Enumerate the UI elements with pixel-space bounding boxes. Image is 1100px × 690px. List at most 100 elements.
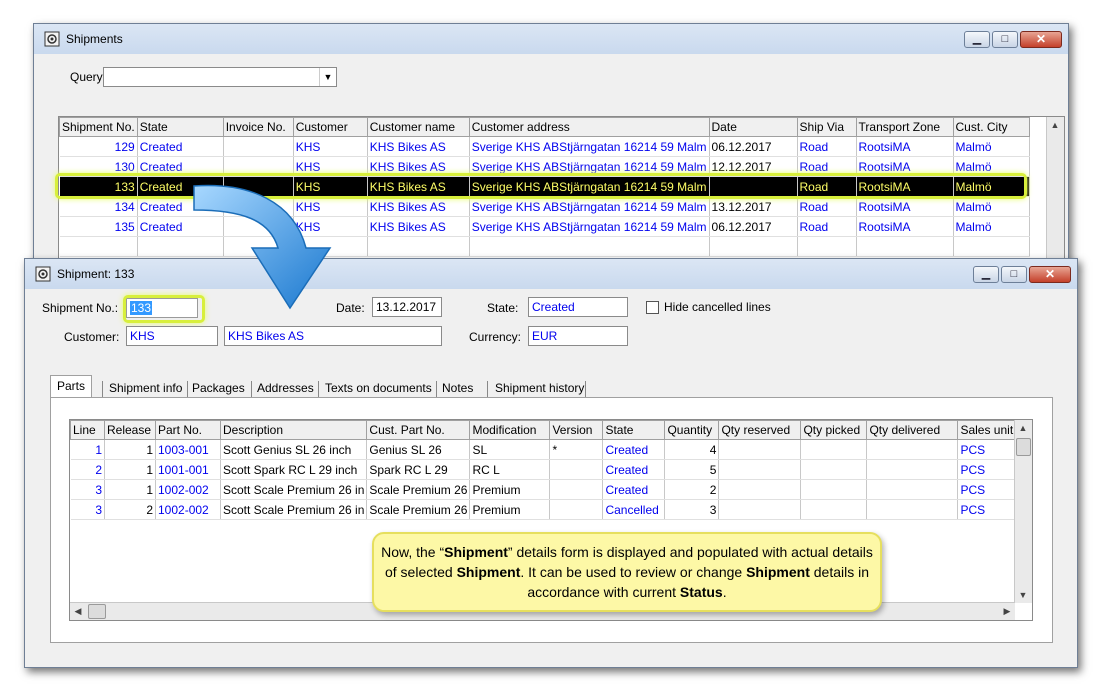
column-header[interactable]: Shipment No.: [59, 117, 138, 137]
table-cell: Scale Premium 26: [366, 499, 471, 520]
table-cell: [709, 236, 798, 257]
currency-field[interactable]: EUR: [528, 326, 628, 346]
callout-text: Shipment: [746, 564, 810, 580]
maximize-button[interactable]: □: [992, 31, 1018, 48]
column-header[interactable]: Quantity: [664, 420, 720, 440]
query-label: Query:: [70, 70, 107, 84]
date-field[interactable]: 13.12.2017: [372, 297, 442, 317]
table-row[interactable]: 2 1 1001-001 Scott Spark RC L 29 inch Spark …: [70, 459, 1019, 480]
column-header[interactable]: Description: [219, 420, 368, 440]
parts-vscroll[interactable]: ▲ ▼: [1014, 420, 1032, 603]
column-header[interactable]: Part No.: [155, 420, 221, 440]
minimize-button[interactable]: ▁: [964, 31, 990, 48]
table-cell: Sverige KHS ABStjärngatan 16214 59 Malm: [469, 136, 710, 157]
tab-packages[interactable]: Packages: [192, 378, 245, 399]
customer-name-field[interactable]: KHS Bikes AS: [224, 326, 442, 346]
table-cell: 3: [70, 479, 105, 500]
tab-addresses[interactable]: Addresses: [257, 378, 314, 399]
close-button[interactable]: ✕: [1029, 266, 1071, 283]
tab-shipment-info[interactable]: Shipment info: [109, 378, 182, 399]
chevron-down-icon[interactable]: ▼: [319, 68, 336, 86]
column-header[interactable]: Cust. Part No.: [366, 420, 471, 440]
close-icon: ✕: [1044, 267, 1056, 281]
callout-text: Now, the “: [381, 544, 445, 560]
table-cell: Malmö: [953, 196, 1030, 217]
app-icon: [35, 266, 51, 282]
column-header[interactable]: Sales unit: [957, 420, 1019, 440]
tab-separator: [187, 381, 188, 397]
table-cell: 3: [664, 499, 720, 520]
scroll-left-icon[interactable]: ◀: [70, 603, 86, 619]
scroll-thumb[interactable]: [88, 604, 106, 619]
table-cell: 1: [104, 479, 156, 500]
column-header[interactable]: Version: [549, 420, 604, 440]
table-row[interactable]: 3 2 1002-002 Scott Scale Premium 26 in Scale…: [70, 499, 1019, 520]
column-header[interactable]: Ship Via: [796, 117, 857, 137]
table-cell: Road: [797, 136, 857, 157]
table-row[interactable]: 3 1 1002-002 Scott Scale Premium 26 in Scale…: [70, 479, 1019, 500]
minimize-icon: ▁: [972, 33, 982, 45]
table-cell: 129: [59, 136, 138, 157]
scroll-down-icon[interactable]: ▼: [1015, 587, 1031, 603]
close-icon: ✕: [1035, 32, 1047, 46]
minimize-button[interactable]: ▁: [973, 266, 999, 283]
hide-cancelled-checkbox[interactable]: [646, 301, 659, 314]
column-header[interactable]: Customer: [292, 117, 368, 137]
column-header[interactable]: Line: [70, 420, 105, 440]
state-field[interactable]: Created: [528, 297, 628, 317]
table-cell: 1: [104, 439, 156, 460]
currency-label: Currency:: [469, 330, 522, 344]
table-cell: 2: [104, 499, 156, 520]
column-header[interactable]: Invoice No.: [222, 117, 294, 137]
column-header[interactable]: Date: [708, 117, 798, 137]
tab-texts-on-documents[interactable]: Texts on documents: [325, 378, 432, 399]
query-select[interactable]: ▼: [103, 67, 337, 87]
table-cell: Cancelled: [602, 499, 666, 520]
scroll-thumb[interactable]: [1016, 438, 1031, 456]
callout-text: .: [722, 584, 727, 600]
table-cell: Sverige KHS ABStjärngatan 16214 59 Malm: [469, 196, 710, 217]
column-header[interactable]: Cust. City: [952, 117, 1030, 137]
table-cell: RC L: [469, 459, 551, 480]
tab-shipment-history[interactable]: Shipment history: [495, 378, 584, 399]
column-header[interactable]: Qty picked: [800, 420, 868, 440]
table-cell: 13.12.2017: [709, 196, 798, 217]
table-cell: [800, 479, 868, 500]
scroll-up-icon[interactable]: ▲: [1015, 420, 1031, 436]
table-cell: 1003-001: [155, 439, 221, 460]
shipments-titlebar[interactable]: Shipments ▁ □ ✕: [34, 24, 1068, 54]
table-cell: 3: [70, 499, 105, 520]
shipment-detail-titlebar[interactable]: Shipment: 133 ▁ □ ✕: [25, 259, 1077, 289]
table-cell: Created: [602, 439, 666, 460]
table-cell: Road: [797, 216, 857, 237]
table-row[interactable]: 1 1 1003-001 Scott Genius SL 26 inch Genius …: [70, 439, 1019, 460]
tab-notes[interactable]: Notes: [442, 378, 473, 399]
table-cell: [800, 459, 868, 480]
column-header[interactable]: Release: [104, 420, 156, 440]
table-cell: 135: [59, 216, 138, 237]
hide-cancelled-label[interactable]: Hide cancelled lines: [664, 300, 771, 314]
table-cell: Created: [602, 459, 666, 480]
callout-text: Status: [679, 584, 723, 600]
column-header[interactable]: Customer address: [468, 117, 710, 137]
customer-label: Customer:: [64, 330, 120, 344]
column-header[interactable]: Customer name: [366, 117, 470, 137]
table-cell: PCS: [957, 499, 1019, 520]
table-row[interactable]: 129 Created KHS KHS Bikes AS Sverige KHS ABS…: [59, 136, 1030, 157]
column-header[interactable]: State: [136, 117, 224, 137]
scroll-up-icon[interactable]: ▲: [1047, 117, 1063, 133]
table-cell: 134: [59, 196, 138, 217]
column-header[interactable]: Modification: [469, 420, 551, 440]
tab-separator: [585, 381, 586, 397]
column-header[interactable]: Qty delivered: [866, 420, 959, 440]
customer-code-field[interactable]: KHS: [126, 326, 218, 346]
table-cell: [718, 439, 802, 460]
close-button[interactable]: ✕: [1020, 31, 1062, 48]
column-header[interactable]: State: [602, 420, 666, 440]
column-header[interactable]: Transport Zone: [855, 117, 954, 137]
scroll-right-icon[interactable]: ▶: [999, 603, 1015, 619]
maximize-button[interactable]: □: [1001, 266, 1027, 283]
maximize-icon: □: [1001, 33, 1009, 45]
table-cell: KHS Bikes AS: [367, 196, 470, 217]
column-header[interactable]: Qty reserved: [718, 420, 802, 440]
